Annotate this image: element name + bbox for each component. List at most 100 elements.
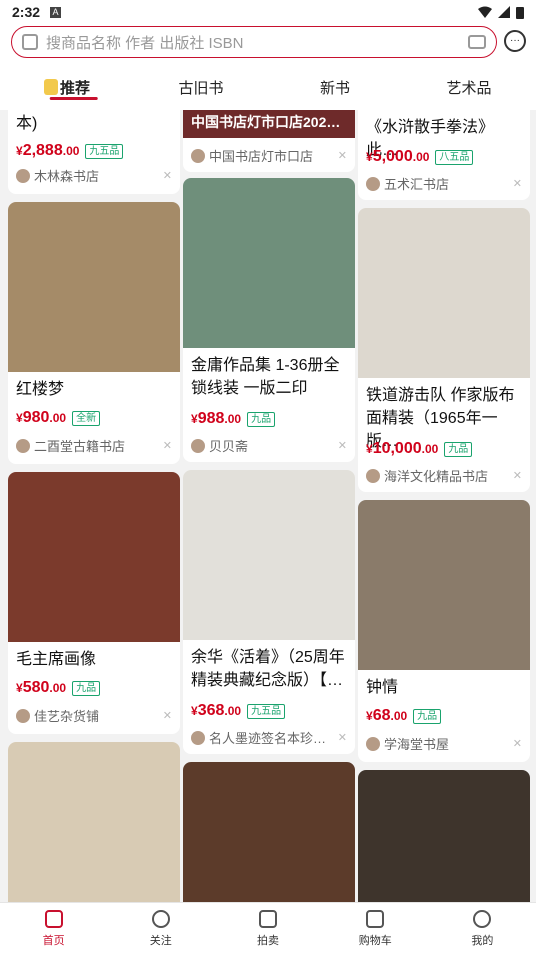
search-input[interactable]: 搜商品名称 作者 出版社 ISBN bbox=[46, 32, 468, 53]
product-price: ¥5,000.00 bbox=[366, 148, 430, 165]
price-row: ¥68.00 九品 bbox=[366, 707, 442, 725]
condition-badge: 九品 bbox=[247, 411, 276, 427]
product-card[interactable]: 铁道游击队 作家版布面精装（1965年一版… ¥10,000.00 九品 海洋文… bbox=[358, 208, 530, 492]
product-image bbox=[183, 178, 355, 348]
price-row: ¥10,000.00 九品 bbox=[366, 440, 473, 458]
product-price: ¥980.00 bbox=[16, 409, 67, 426]
gavel-icon bbox=[259, 909, 277, 928]
product-image bbox=[8, 742, 180, 902]
product-title: 本) bbox=[16, 115, 38, 132]
shop-name: 木林森书店 bbox=[34, 169, 100, 184]
condition-badge: 全新 bbox=[72, 410, 101, 426]
tab-recommend[interactable]: 推荐 bbox=[0, 64, 134, 110]
tab-label: 新书 bbox=[319, 79, 350, 97]
product-title: 钟情 bbox=[366, 679, 399, 696]
cart-icon bbox=[366, 909, 385, 928]
product-price: ¥68.00 bbox=[366, 707, 408, 724]
dismiss-icon[interactable]: ✕ bbox=[163, 439, 172, 452]
nav-home[interactable]: 首页 bbox=[0, 903, 107, 954]
nav-follow[interactable]: 关注 bbox=[107, 903, 214, 954]
product-card[interactable]: 金庸作品集 1-36册全锁线装 一版二印 ¥988.00 九品 贝贝斋 ✕ bbox=[183, 178, 355, 462]
nav-label: 关注 bbox=[149, 934, 172, 947]
condition-badge: 九品 bbox=[413, 708, 442, 724]
price-row: ¥2,888.00 九五品 bbox=[16, 142, 124, 160]
product-card[interactable]: 本) ¥2,888.00 九五品 木林森书店 ✕ bbox=[8, 110, 180, 194]
product-title: 金庸作品集 1-36册全锁线装 一版二印 bbox=[191, 357, 340, 397]
product-title: 红楼梦 bbox=[16, 381, 65, 398]
price-row: ¥580.00 九品 bbox=[16, 679, 101, 697]
shop-row[interactable]: 木林森书店 ✕ bbox=[16, 166, 172, 185]
dismiss-icon[interactable]: ✕ bbox=[513, 177, 522, 190]
dismiss-icon[interactable]: ✕ bbox=[338, 731, 347, 744]
product-card[interactable]: 红楼梦 ¥980.00 全新 二酉堂古籍书店 ✕ bbox=[8, 202, 180, 464]
dismiss-icon[interactable]: ✕ bbox=[513, 737, 522, 750]
nav-me[interactable]: 我的 bbox=[429, 903, 536, 954]
compass-icon bbox=[151, 909, 170, 928]
product-card[interactable]: 钟情 ¥68.00 九品 学海堂书屋 ✕ bbox=[358, 500, 530, 762]
shop-name: 二酉堂古籍书店 bbox=[34, 439, 126, 454]
product-image bbox=[183, 762, 355, 902]
shop-avatar bbox=[366, 468, 380, 483]
shop-row[interactable]: 中国书店灯市口店 ✕ bbox=[191, 146, 347, 165]
shop-avatar bbox=[366, 736, 380, 751]
product-price: ¥988.00 bbox=[191, 410, 242, 427]
status-icons bbox=[478, 6, 524, 19]
shop-row[interactable]: 二酉堂古籍书店 ✕ bbox=[16, 436, 172, 455]
bottom-nav: 首页 关注 拍卖 购物车 我的 bbox=[0, 902, 536, 954]
battery-icon bbox=[516, 6, 524, 19]
shop-name: 佳艺杂货铺 bbox=[34, 709, 100, 724]
dismiss-icon[interactable]: ✕ bbox=[338, 149, 347, 162]
product-card[interactable]: 毛主席画像 ¥580.00 九品 佳艺杂货铺 ✕ bbox=[8, 472, 180, 734]
tab-label: 艺术品 bbox=[446, 79, 492, 97]
product-image: 中国书店灯市口店202… bbox=[183, 110, 355, 138]
camera-icon[interactable] bbox=[468, 35, 486, 49]
wifi-icon bbox=[478, 6, 492, 18]
scan-icon[interactable] bbox=[22, 34, 38, 50]
shop-row[interactable]: 学海堂书屋 ✕ bbox=[366, 734, 522, 753]
dismiss-icon[interactable]: ✕ bbox=[163, 169, 172, 182]
shop-avatar bbox=[191, 730, 205, 745]
product-price: ¥368.00 bbox=[191, 702, 242, 719]
tab-art[interactable]: 艺术品 bbox=[402, 64, 536, 110]
shop-avatar bbox=[191, 438, 205, 453]
condition-badge: 九品 bbox=[444, 441, 473, 457]
shop-avatar bbox=[366, 176, 380, 191]
price-row: ¥980.00 全新 bbox=[16, 409, 101, 427]
nav-label: 购物车 bbox=[358, 934, 392, 947]
shop-row[interactable]: 佳艺杂货铺 ✕ bbox=[16, 706, 172, 725]
product-card[interactable]: 余华《活着》（25周年精装典藏纪念版）【… ¥368.00 九五品 名人墨迹签名… bbox=[183, 470, 355, 754]
dismiss-icon[interactable]: ✕ bbox=[163, 709, 172, 722]
search-bar[interactable]: 搜商品名称 作者 出版社 ISBN bbox=[11, 26, 497, 58]
shop-avatar bbox=[191, 148, 205, 163]
dismiss-icon[interactable]: ✕ bbox=[513, 469, 522, 482]
tab-new-books[interactable]: 新书 bbox=[268, 64, 402, 110]
shop-row[interactable]: 海洋文化精品书店 ✕ bbox=[366, 466, 522, 485]
user-icon bbox=[473, 909, 492, 928]
home-icon bbox=[44, 909, 63, 928]
product-card[interactable]: 《水浒散手拳法》此… ¥5,000.00 八五品 五术汇书店 ✕ bbox=[358, 110, 530, 200]
nav-auction[interactable]: 拍卖 bbox=[214, 903, 321, 954]
product-feed: 本) ¥2,888.00 九五品 木林森书店 ✕ 红楼梦 ¥980.00 全新 … bbox=[0, 110, 536, 902]
tab-old-books[interactable]: 古旧书 bbox=[134, 64, 268, 110]
banner-text: 中国书店灯市口店202… bbox=[191, 114, 341, 130]
message-icon[interactable]: ··· bbox=[504, 30, 526, 52]
product-image bbox=[8, 472, 180, 642]
product-card[interactable]: 中国书店灯市口店202… 中国书店灯市口店 ✕ bbox=[183, 110, 355, 172]
shop-name: 中国书店灯市口店 bbox=[209, 149, 314, 164]
product-title: 毛主席画像 bbox=[16, 651, 97, 668]
price-row: ¥5,000.00 八五品 bbox=[366, 148, 474, 166]
shop-row[interactable]: 五术汇书店 ✕ bbox=[366, 174, 522, 193]
nav-cart[interactable]: 购物车 bbox=[322, 903, 429, 954]
product-card[interactable] bbox=[358, 770, 530, 902]
product-image bbox=[358, 770, 530, 902]
product-image bbox=[8, 202, 180, 372]
shop-name: 名人墨迹签名本珍… bbox=[209, 731, 327, 746]
shop-row[interactable]: 名人墨迹签名本珍… ✕ bbox=[191, 728, 347, 747]
shop-row[interactable]: 贝贝斋 ✕ bbox=[191, 436, 347, 455]
nav-label: 我的 bbox=[471, 934, 494, 947]
price-row: ¥988.00 九品 bbox=[191, 410, 276, 428]
dismiss-icon[interactable]: ✕ bbox=[338, 439, 347, 452]
tab-label: 古旧书 bbox=[178, 79, 224, 97]
product-card[interactable] bbox=[8, 742, 180, 902]
product-card[interactable] bbox=[183, 762, 355, 902]
